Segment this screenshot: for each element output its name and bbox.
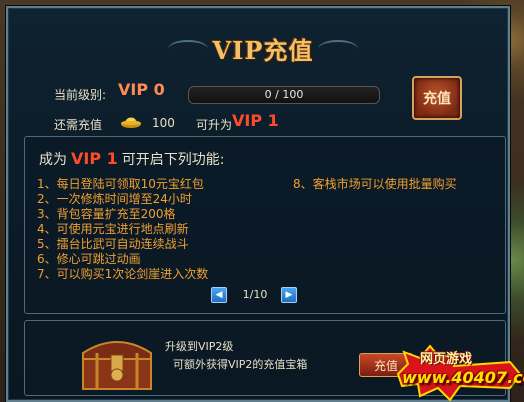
- feature-item: 5、擂台比武可自动连续战斗: [37, 237, 189, 251]
- chevron-left-icon: ◀: [215, 290, 223, 300]
- watermark-url-text: www.40407.com: [402, 368, 524, 387]
- recharge-button-label: 充值: [423, 91, 451, 107]
- features-title-suffix: 可开启下列功能:: [121, 152, 225, 168]
- need-recharge-label: 还需充值: [54, 118, 103, 132]
- feature-item: 7、可以购买1次论剑崖进入次数: [37, 267, 209, 281]
- feature-item: 8、客栈市场可以使用批量购买: [293, 177, 457, 191]
- features-title-prefix: 成为: [39, 152, 67, 168]
- watermark-top-text: 网页游戏: [420, 352, 473, 367]
- title-banner: VIP充值: [168, 28, 358, 68]
- reward-line-1: 升级到VIP2级: [165, 340, 234, 353]
- vip-progress-text: 0 / 100: [264, 88, 304, 101]
- title-ornament-left: [168, 40, 208, 58]
- site-watermark-logo: 网页游戏 www.40407.com: [390, 344, 524, 402]
- feature-item: 4、可使用元宝进行地点刷新: [37, 222, 189, 236]
- title-ornament-right: [318, 40, 358, 58]
- features-title: 成为 VIP 1 可开启下列功能:: [39, 149, 224, 169]
- feature-item: 1、每日登陆可领取10元宝红包: [37, 177, 204, 191]
- page-title: VIP充值: [212, 35, 314, 65]
- feature-item: 6、修心可跳过动画: [37, 252, 141, 266]
- recharge-button[interactable]: 充值: [412, 76, 462, 120]
- prev-page-button[interactable]: ◀: [211, 287, 227, 303]
- need-amount: 100: [152, 116, 175, 130]
- next-page-button[interactable]: ▶: [281, 287, 297, 303]
- features-pager: ◀ 1/10 ▶: [211, 287, 301, 305]
- feature-item: 3、背包容量扩充至200格: [37, 207, 176, 221]
- treasure-chest-icon: [82, 341, 152, 390]
- next-level-value: VIP 1: [232, 111, 279, 130]
- page-indicator: 1/10: [242, 288, 268, 301]
- vip-recharge-panel: VIP充值 当前级别: VIP 0 0 / 100 充值 还需充值 100 可升…: [6, 6, 510, 402]
- chevron-right-icon: ▶: [285, 290, 293, 300]
- gold-ingot-icon: [121, 117, 141, 128]
- vip-progress-bar: 0 / 100: [188, 86, 380, 104]
- current-level-label: 当前级别:: [54, 88, 107, 102]
- features-title-vip: VIP 1: [71, 149, 118, 168]
- upgrade-label: 可升为: [196, 118, 233, 132]
- current-level-value: VIP 0: [118, 80, 165, 99]
- feature-item: 2、一次修炼时间增至24小时: [37, 192, 192, 206]
- vip-features-section: 成为 VIP 1 可开启下列功能: 1、每日登陆可领取10元宝红包 2、一次修炼时间…: [24, 136, 506, 314]
- reward-line-2: 可额外获得VIP2的充值宝箱: [173, 358, 308, 371]
